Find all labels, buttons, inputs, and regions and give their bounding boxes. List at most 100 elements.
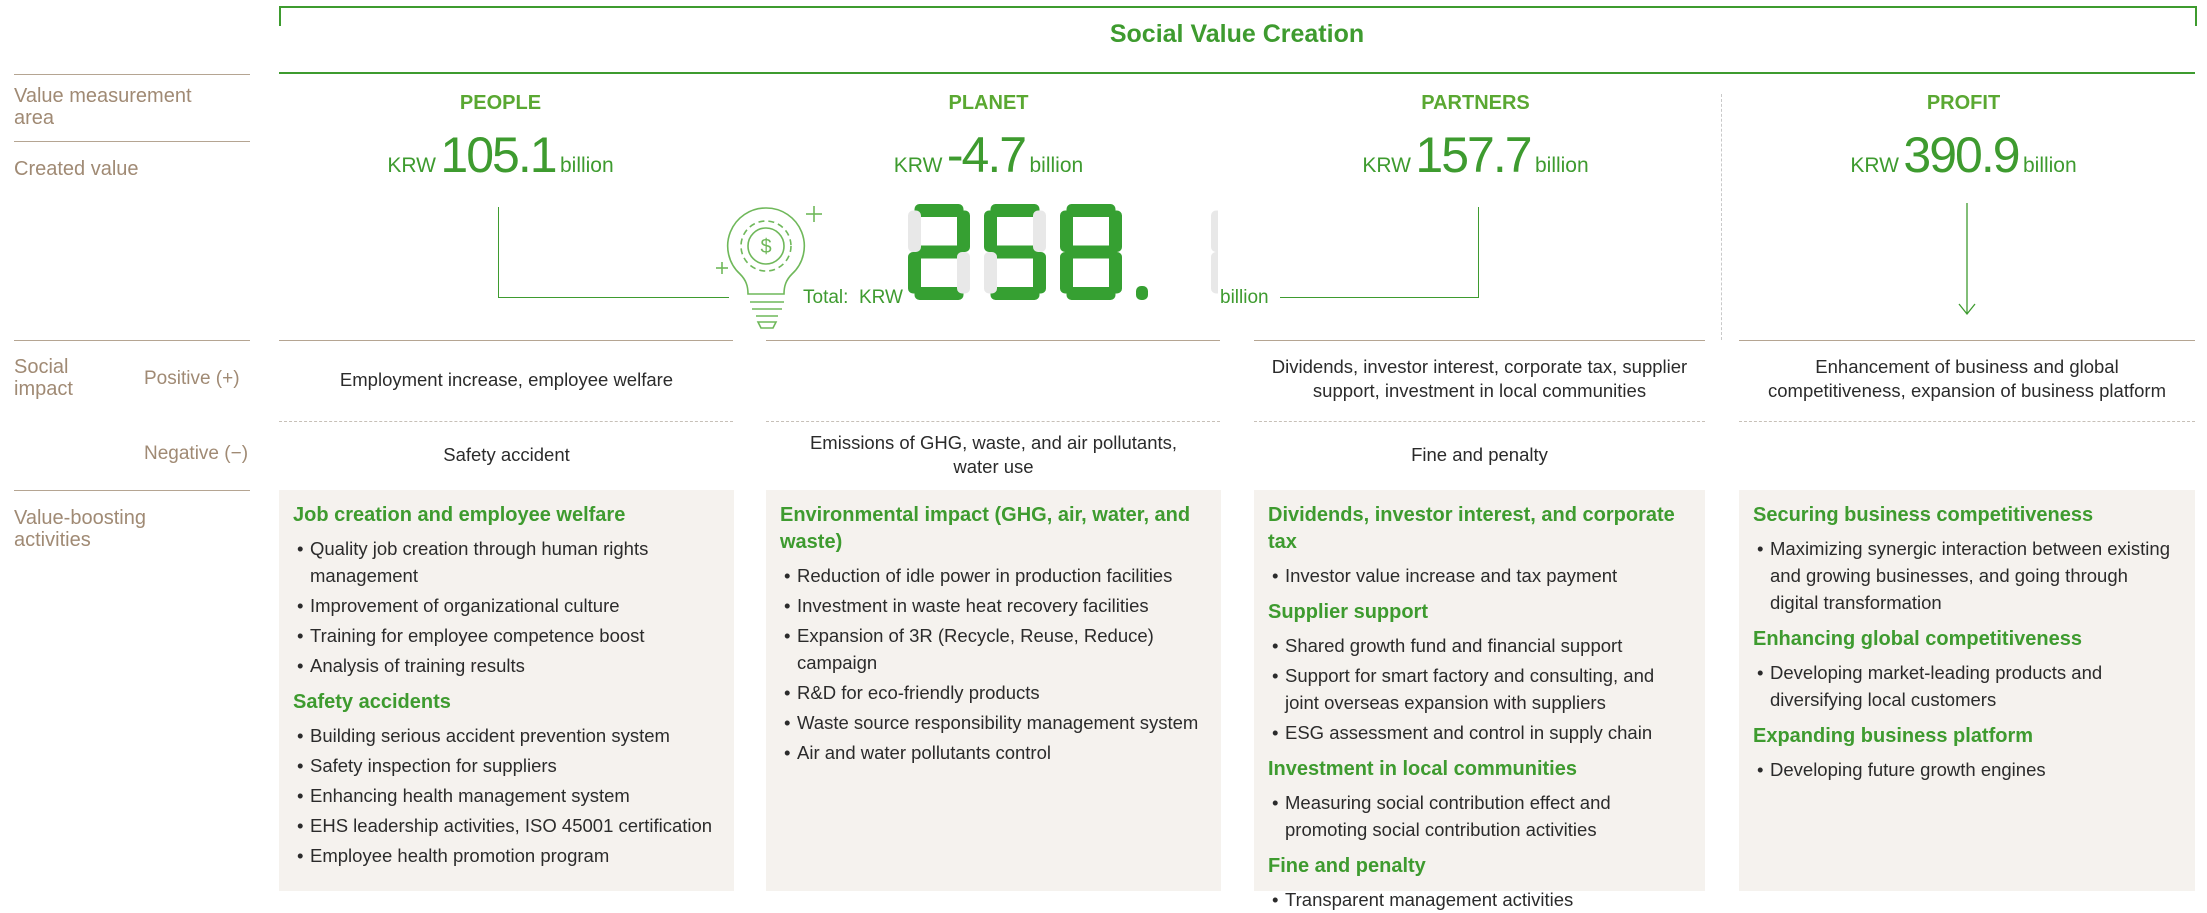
label-activities: Value-boosting activities — [14, 507, 146, 551]
activity-section-title: Investment in local communities — [1268, 758, 1577, 780]
label-separator — [14, 74, 250, 75]
total-label: Total: KRW — [803, 287, 903, 309]
negative-impact-planet: Emissions of GHG, waste, and air polluta… — [809, 432, 1178, 477]
page-title: Social Value Creation — [1109, 20, 1365, 48]
unit-label: billion — [2022, 154, 2077, 177]
unit-label: billion — [559, 154, 614, 177]
currency-label: KRW — [1362, 154, 1411, 177]
activity-section-title: Enhancing global competitiveness — [1753, 628, 2082, 650]
svg-text:$: $ — [760, 236, 771, 258]
label-separator — [14, 141, 250, 142]
activity-item: Improvement of organizational culture — [293, 592, 720, 619]
activities-box-partners: Dividends, investor interest, and corpor… — [1254, 490, 1705, 913]
label-negative: Negative (−) — [144, 443, 249, 464]
row-divider — [766, 421, 1220, 422]
negative-impact-people: Safety accident — [443, 444, 570, 465]
positive-impact-people: Employment increase, employee welfare — [339, 369, 674, 390]
activity-item: Measuring social contribution effect and… — [1268, 789, 1691, 843]
total-unit: billion — [1220, 287, 1269, 308]
activity-section-title: Expanding business platform — [1753, 725, 2034, 747]
row-line — [766, 340, 1220, 341]
value-number: 105.1 — [440, 127, 557, 183]
value-partners: KRW 157.7 billion — [1248, 126, 1703, 184]
activity-item: Developing market-leading products and d… — [1753, 659, 2181, 713]
total-currency: KRW — [858, 287, 903, 308]
activity-item: Employee health promotion program — [293, 842, 720, 869]
unit-label: billion — [1534, 154, 1589, 177]
activities-box-people: Job creation and employee welfare Quality… — [279, 490, 734, 891]
activity-item: Transparent management activities — [1268, 886, 1691, 913]
activity-item: Developing future growth engines — [1753, 756, 2181, 783]
value-number: 390.9 — [1903, 127, 2020, 183]
column-name-planet: PLANET — [948, 92, 1029, 114]
activity-item: Building serious accident prevention sys… — [293, 722, 720, 749]
activity-item: Reduction of idle power in production fa… — [780, 562, 1207, 589]
activity-item: Analysis of training results — [293, 652, 720, 679]
column-divider — [1721, 94, 1722, 340]
negative-impact-partners: Fine and penalty — [1411, 444, 1548, 465]
activity-item: Investment in waste heat recovery facili… — [780, 592, 1207, 619]
activities-box-planet: Environmental impact (GHG, air, water, a… — [766, 490, 1221, 891]
activities-box-profit: Securing business competitiveness Maximiz… — [1739, 490, 2195, 891]
activity-item: Air and water pollutants control — [780, 739, 1207, 766]
column-name-partners: PARTNERS — [1421, 92, 1530, 114]
row-divider — [279, 421, 733, 422]
activity-item: Support for smart factory and consulting… — [1268, 662, 1691, 716]
lightbulb-gear-icon: $ — [716, 206, 822, 329]
decimal-point — [1136, 286, 1148, 300]
total-digit — [908, 204, 970, 300]
unit-label: billion — [1029, 154, 1084, 177]
value-profit: KRW 390.9 billion — [1736, 126, 2191, 184]
row-divider — [1739, 421, 2195, 422]
label-social-impact: Social impact — [14, 356, 73, 400]
currency-label: KRW — [1850, 154, 1899, 177]
activity-section-title: Environmental impact (GHG, air, water, a… — [780, 504, 1191, 553]
label-separator — [14, 340, 250, 341]
activity-item: Safety inspection for suppliers — [293, 752, 720, 779]
activity-item: Maximizing synergic interaction between … — [1753, 535, 2181, 616]
total-label-text: Total: — [803, 287, 849, 308]
currency-label: KRW — [387, 154, 436, 177]
activity-item: Expansion of 3R (Recycle, Reuse, Reduce)… — [780, 622, 1207, 676]
currency-label: KRW — [893, 154, 943, 177]
activity-section-title: Safety accidents — [293, 691, 451, 713]
column-name-profit: PROFIT — [1926, 92, 2001, 114]
activity-item: Investor value increase and tax payment — [1268, 562, 1691, 589]
connector-people — [498, 207, 729, 298]
value-people: KRW 105.1 billion — [273, 126, 728, 184]
value-number: -4.7 — [946, 127, 1027, 183]
label-separator — [14, 490, 250, 491]
activity-item: ESG assessment and control in supply cha… — [1268, 719, 1691, 746]
row-line — [279, 340, 733, 341]
activity-item: EHS leadership activities, ISO 45001 cer… — [293, 812, 720, 839]
value-planet: KRW -4.7 billion — [761, 126, 1216, 184]
activity-section-title: Supplier support — [1268, 601, 1428, 623]
activity-section-title: Fine and penalty — [1268, 855, 1426, 877]
label-positive: Positive (+) — [144, 368, 240, 389]
row-divider — [1254, 421, 1705, 422]
row-line — [1739, 340, 2195, 341]
header-underline — [279, 72, 2195, 74]
activity-section-title: Securing business competitiveness — [1753, 504, 2094, 526]
activity-section-title: Dividends, investor interest, and corpor… — [1268, 504, 1675, 553]
positive-impact-profit: Enhancement of business and global compe… — [1768, 356, 2166, 401]
activity-item: Enhancing health management system — [293, 782, 720, 809]
activity-item: Waste source responsibility management s… — [780, 709, 1207, 736]
positive-impact-partners: Dividends, investor interest, corporate … — [1271, 356, 1688, 401]
activity-item: Quality job creation through human right… — [293, 535, 720, 589]
total-value-display — [908, 204, 1218, 300]
label-created-value: Created value — [14, 158, 139, 180]
activity-item: R&D for eco-friendly products — [780, 679, 1207, 706]
label-value-area: Value measurement area — [14, 85, 192, 129]
connector-partners — [1280, 207, 1479, 298]
value-number: 157.7 — [1415, 127, 1532, 183]
activity-item: Shared growth fund and financial support — [1268, 632, 1691, 659]
total-digit — [984, 204, 1046, 300]
total-digit — [1211, 210, 1218, 294]
activity-section-title: Job creation and employee welfare — [293, 504, 626, 526]
total-digit — [1060, 204, 1122, 300]
column-name-people: PEOPLE — [459, 92, 542, 114]
activity-item: Training for employee competence boost — [293, 622, 720, 649]
row-line — [1254, 340, 1705, 341]
arrow-down-icon — [1958, 203, 1976, 316]
